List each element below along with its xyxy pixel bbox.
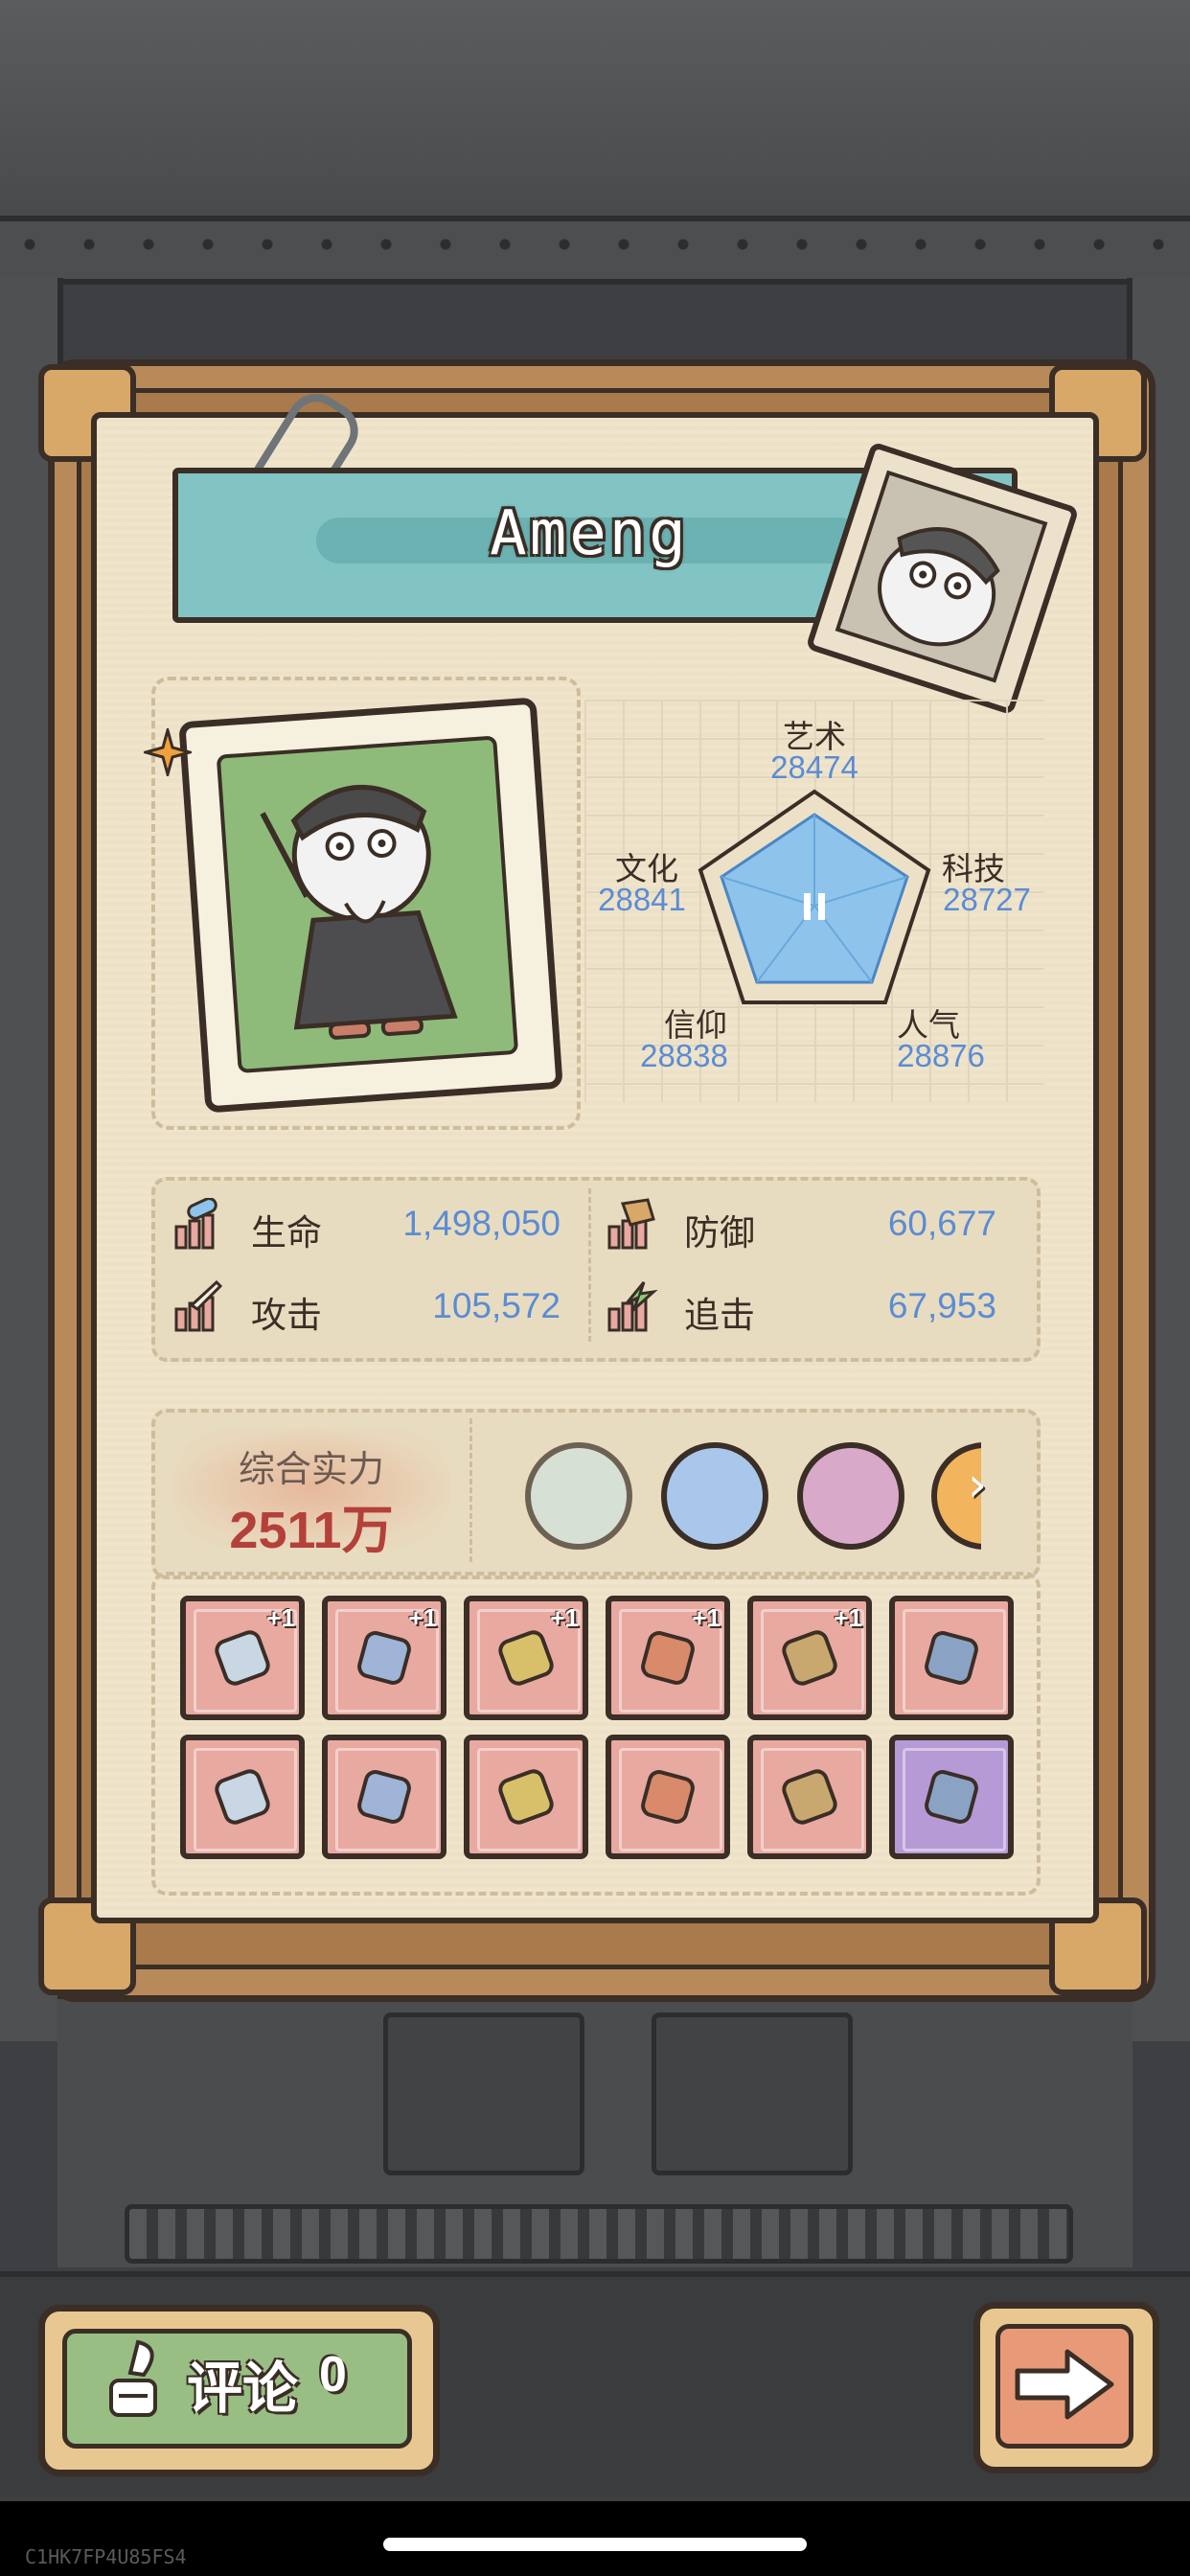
equipment-slot[interactable]: +1 (464, 1596, 588, 1720)
stat-value-defense: 60,677 (887, 1204, 996, 1243)
background-lower-panel (383, 2012, 584, 2175)
character-illustration (260, 785, 458, 1040)
ring-icon (357, 1770, 411, 1824)
equipment-slot[interactable]: +1 (606, 1596, 730, 1720)
equipment-slot[interactable] (606, 1735, 730, 1859)
equipment-slot[interactable]: +1 (747, 1596, 872, 1720)
hammer-icon (641, 1770, 695, 1824)
upgrade-level-badge: +1 (834, 1603, 862, 1632)
equipment-slot[interactable] (889, 1596, 1014, 1720)
robe-icon (925, 1631, 978, 1685)
stat-label-hp: 生命 (251, 1213, 322, 1253)
next-button-face (995, 2324, 1133, 2449)
upgrade-level-badge: +1 (408, 1603, 437, 1632)
upgrade-level-badge: +1 (266, 1603, 295, 1632)
shirt-icon (782, 1769, 837, 1825)
comment-label: 评论 (187, 2358, 299, 2420)
footer-code: C1HK7FP4U85FS4 (25, 2545, 187, 2568)
equipment-slot[interactable] (747, 1735, 872, 1859)
character-card[interactable] (178, 697, 563, 1114)
radar-value-popularity: 28876 (897, 1038, 985, 1073)
stat-label-chase: 追击 (684, 1296, 755, 1335)
upgrade-level-badge: +1 (550, 1603, 579, 1632)
home-indicator[interactable] (383, 2538, 807, 2551)
chevron-right-icon[interactable]: › (968, 1457, 1010, 1524)
attribute-radar-chart (698, 789, 931, 1004)
monster-badge-icon[interactable] (661, 1442, 768, 1550)
pants-icon (498, 1769, 554, 1825)
comment-count: 0 (319, 2347, 347, 2403)
hp-icon (174, 1198, 217, 1250)
power-label: 综合实力 (238, 1450, 384, 1490)
power-value: 2511万 (229, 1502, 394, 1559)
radar-value-culture: 28841 (598, 882, 686, 917)
avatar (835, 470, 1048, 683)
upgrade-level-badge: +1 (692, 1603, 721, 1632)
stat-label-defense: 防御 (684, 1213, 755, 1253)
equipment-slot[interactable] (889, 1735, 1014, 1859)
crossbow-icon (782, 1630, 837, 1686)
equipment-slot[interactable] (180, 1735, 305, 1859)
equipment-slot[interactable]: +1 (180, 1596, 305, 1720)
brush-sword-icon (215, 1630, 270, 1686)
headband-icon (357, 1631, 411, 1685)
backpack-icon (215, 1769, 270, 1825)
power-divider (469, 1418, 472, 1562)
sparkle-icon (144, 728, 192, 776)
angel-badge-icon[interactable] (525, 1442, 632, 1550)
equipment-slot[interactable] (464, 1735, 588, 1859)
robot-badge-icon[interactable] (797, 1442, 904, 1550)
quill-ink-icon (109, 2339, 157, 2417)
stats-divider (588, 1188, 591, 1342)
stat-label-attack: 攻击 (251, 1296, 322, 1335)
stat-value-hp: 1,498,050 (402, 1204, 561, 1243)
equipment-slot[interactable] (322, 1735, 446, 1859)
character-card-background (216, 735, 519, 1074)
rocket-icon (641, 1631, 695, 1685)
attack-icon (174, 1280, 223, 1332)
next-button[interactable] (973, 2302, 1159, 2473)
stat-value-chase: 67,953 (887, 1286, 996, 1325)
equipment-slot[interactable]: +1 (322, 1596, 446, 1720)
radar-value-faith: 28838 (640, 1038, 728, 1073)
tag-amulet-icon (925, 1770, 978, 1824)
stat-value-attack: 105,572 (432, 1286, 561, 1325)
background-grille (125, 2204, 1073, 2264)
defense-icon (607, 1198, 655, 1250)
staff-icon (498, 1630, 554, 1686)
chase-icon (607, 1281, 658, 1332)
radar-value-art: 28474 (770, 749, 858, 785)
background-shelf (0, 0, 1190, 230)
background-rivets (0, 235, 1190, 254)
background-lower-panel (652, 2012, 853, 2175)
radar-value-tech: 28727 (943, 882, 1031, 917)
arrow-right-icon (1015, 2349, 1114, 2420)
